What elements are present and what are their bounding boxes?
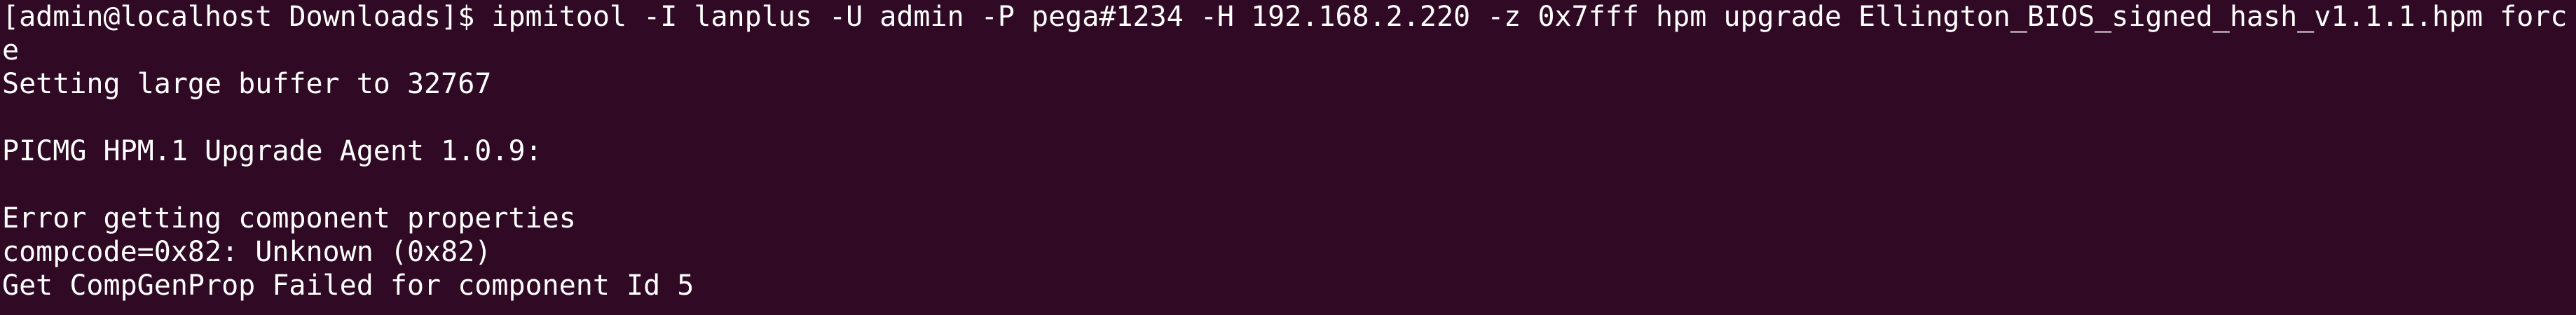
error-line: Error getting component properties <box>2 202 576 234</box>
terminal-window[interactable]: [admin@localhost Downloads]$ ipmitool -I… <box>0 0 2576 315</box>
output-line-agent: PICMG HPM.1 Upgrade Agent 1.0.9: <box>2 135 542 167</box>
command-line-wrap: e <box>2 34 20 66</box>
command-line: [admin@localhost Downloads]$ ipmitool -I… <box>2 1 2568 33</box>
error-line-component: Get CompGenProp Failed for component Id … <box>2 270 694 302</box>
output-line-buffer: Setting large buffer to 32767 <box>2 68 492 100</box>
compcode-line: compcode=0x82: Unknown (0x82) <box>2 236 492 268</box>
